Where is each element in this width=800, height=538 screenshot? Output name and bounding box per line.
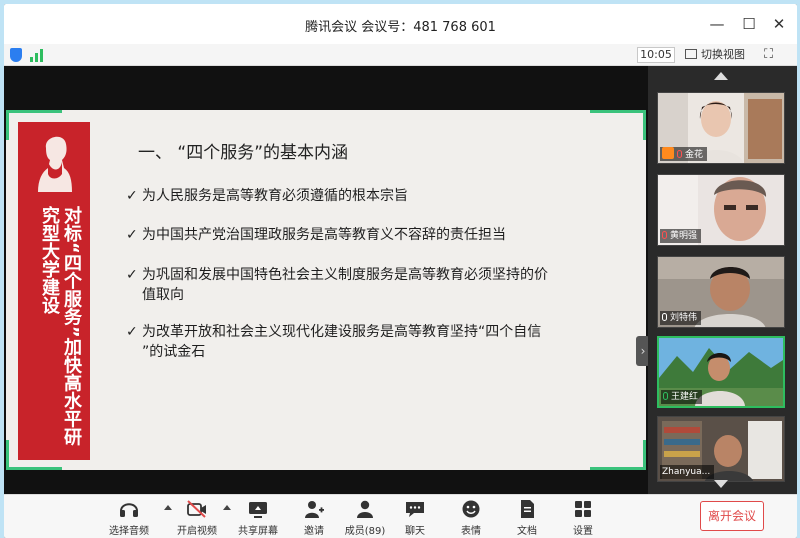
minimize-button[interactable]: — bbox=[706, 14, 728, 34]
document-icon bbox=[521, 500, 534, 518]
banner-vertical-text: 对标“四个服务”加快高水平研究型大学建设 bbox=[39, 206, 82, 446]
camera-off-icon bbox=[187, 500, 206, 518]
slide-bullet-text: 为巩固和发展中国特色社会主义制度服务是高等教育必须坚持的价 值取向 bbox=[142, 267, 548, 303]
grid-view-icon bbox=[685, 49, 697, 59]
slide-red-banner: 对标“四个服务”加快高水平研究型大学建设 bbox=[18, 122, 90, 460]
meeting-toolbar: 10:05 切换视图 ⛶ bbox=[4, 44, 797, 66]
host-user-icon bbox=[662, 147, 674, 159]
add-user-icon bbox=[305, 501, 324, 518]
slide-bullet: ✓ 为巩固和发展中国特色社会主义制度服务是高等教育必须坚持的价 值取向 bbox=[126, 265, 626, 305]
switch-view-button[interactable]: 切换视图 bbox=[685, 46, 745, 64]
checkmark-icon: ✓ bbox=[126, 227, 138, 243]
chat-button[interactable]: 聊天 bbox=[388, 499, 442, 537]
scroll-down-arrow-icon[interactable] bbox=[714, 480, 728, 488]
chat-label: 聊天 bbox=[405, 526, 425, 537]
participant-name-label: 金花 bbox=[660, 147, 708, 161]
checkmark-icon: ✓ bbox=[126, 188, 138, 204]
meeting-window: 腾讯会议 会议号：481 768 601 — ☐ ✕ 10:05 切换视图 ⛶ bbox=[4, 4, 797, 538]
audio-label: 选择音频 bbox=[109, 526, 149, 537]
video-label: 开启视频 bbox=[177, 526, 217, 537]
meeting-timer: 10:05 bbox=[637, 47, 675, 63]
settings-label: 设置 bbox=[573, 526, 593, 537]
meeting-control-bar: 选择音频 开启视频 共享屏幕 邀请 成员(89) 聊天 表情 文档 设置 离开会… bbox=[4, 494, 797, 538]
share-screen-button[interactable]: 共享屏幕 bbox=[231, 499, 285, 537]
headset-icon bbox=[120, 503, 138, 517]
slide-title: 一、 “四个服务”的基本内涵 bbox=[138, 143, 349, 163]
invite-button[interactable]: 邀请 bbox=[287, 499, 341, 537]
network-signal-icon[interactable] bbox=[30, 48, 46, 62]
settings-grid-icon bbox=[575, 501, 591, 517]
video-options-caret-icon[interactable] bbox=[223, 505, 231, 510]
participant-video-tile-active[interactable]: 王建红 bbox=[657, 336, 785, 408]
share-screen-icon bbox=[249, 502, 267, 518]
mic-speaking-icon bbox=[663, 392, 668, 400]
participant-name-label: 王建红 bbox=[661, 390, 703, 404]
participant-name-label: Zhanyua... bbox=[660, 465, 715, 479]
video-panel: 金花 黄明强 刘特伟 王建红 Zhanyua... bbox=[648, 66, 797, 494]
slide-bullet: ✓ 为改革开放和社会主义现代化建设服务是高等教育坚持“四个自信 ”的试金石 bbox=[126, 322, 626, 362]
participant-name: 金花 bbox=[685, 150, 704, 160]
documents-button[interactable]: 文档 bbox=[500, 499, 554, 537]
participant-name-label: 刘特伟 bbox=[660, 311, 702, 325]
members-button[interactable]: 成员(89) bbox=[338, 499, 392, 537]
participant-video-tile[interactable]: Zhanyua... bbox=[657, 416, 785, 482]
participant-video-tile[interactable]: 刘特伟 bbox=[657, 256, 785, 328]
shared-screen-area: 对标“四个服务”加快高水平研究型大学建设 一、 “四个服务”的基本内涵 ✓ 为人民… bbox=[4, 66, 650, 494]
mic-muted-icon bbox=[677, 150, 682, 158]
window-title: 腾讯会议 会议号：481 768 601 bbox=[305, 20, 496, 35]
slide-bullet-text: 为改革开放和社会主义现代化建设服务是高等教育坚持“四个自信 ”的试金石 bbox=[142, 324, 542, 360]
members-icon bbox=[357, 500, 373, 518]
checkmark-icon: ✓ bbox=[126, 267, 138, 283]
security-shield-icon[interactable] bbox=[10, 48, 22, 62]
checkmark-icon: ✓ bbox=[126, 324, 138, 340]
documents-label: 文档 bbox=[517, 526, 537, 537]
slide-corner-decoration bbox=[590, 440, 646, 470]
participant-name-label: 黄明强 bbox=[660, 229, 702, 243]
presentation-slide: 对标“四个服务”加快高水平研究型大学建设 一、 “四个服务”的基本内涵 ✓ 为人民… bbox=[6, 110, 646, 470]
reactions-label: 表情 bbox=[461, 526, 481, 537]
participant-name: 刘特伟 bbox=[670, 313, 698, 323]
share-screen-label: 共享屏幕 bbox=[238, 526, 278, 537]
smiley-icon bbox=[462, 500, 480, 518]
scroll-up-arrow-icon[interactable] bbox=[714, 72, 728, 80]
slide-bullet: ✓ 为人民服务是高等教育必须遵循的根本宗旨 bbox=[126, 186, 606, 206]
participant-video-tile[interactable]: 金花 bbox=[657, 92, 785, 164]
audio-button[interactable]: 选择音频 bbox=[102, 499, 156, 537]
participant-video-tile[interactable]: 黄明强 bbox=[657, 174, 785, 246]
participant-name: 黄明强 bbox=[670, 231, 698, 241]
mic-icon bbox=[662, 313, 667, 321]
participant-name: Zhanyua... bbox=[662, 467, 711, 477]
fullscreen-icon[interactable]: ⛶ bbox=[764, 46, 780, 64]
close-button[interactable]: ✕ bbox=[768, 14, 790, 34]
video-button[interactable]: 开启视频 bbox=[170, 499, 224, 537]
reactions-button[interactable]: 表情 bbox=[444, 499, 498, 537]
slide-corner-decoration bbox=[590, 110, 646, 140]
mic-muted-icon bbox=[662, 231, 667, 239]
portrait-silhouette-icon bbox=[38, 136, 72, 192]
slide-bullet: ✓ 为中国共产党治国理政服务是高等教育义不容辞的责任担当 bbox=[126, 225, 606, 245]
members-label: 成员(89) bbox=[344, 526, 386, 537]
participant-name: 王建红 bbox=[671, 392, 699, 402]
slide-bullet-text: 为人民服务是高等教育必须遵循的根本宗旨 bbox=[142, 188, 408, 204]
title-bar: 腾讯会议 会议号：481 768 601 — ☐ ✕ bbox=[4, 4, 797, 44]
chat-bubble-icon bbox=[406, 502, 424, 517]
switch-view-label: 切换视图 bbox=[701, 48, 745, 61]
leave-meeting-button[interactable]: 离开会议 bbox=[700, 501, 764, 531]
maximize-button[interactable]: ☐ bbox=[738, 14, 760, 34]
slide-bullet-text: 为中国共产党治国理政服务是高等教育义不容辞的责任担当 bbox=[142, 227, 506, 243]
invite-label: 邀请 bbox=[304, 526, 324, 537]
settings-button[interactable]: 设置 bbox=[556, 499, 610, 537]
